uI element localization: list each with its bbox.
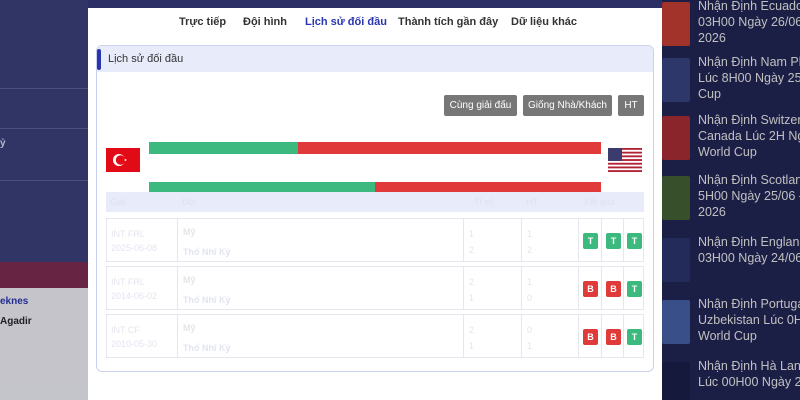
match-date: 2025-06-08 bbox=[111, 243, 158, 253]
result-badge: T bbox=[627, 281, 642, 297]
divider bbox=[463, 315, 464, 357]
divider bbox=[578, 315, 579, 357]
table-row[interactable]: INT FRL 2025-06-08 Mỹ Thổ Nhĩ Kỳ 1 2 1 2… bbox=[106, 218, 644, 262]
tab-recent-form[interactable]: Thành tích gần đây bbox=[398, 16, 498, 28]
match-score-away: 2 bbox=[469, 245, 475, 255]
match-ht-home: 1 bbox=[527, 229, 533, 239]
divider bbox=[177, 219, 178, 261]
match-ht-away: 1 bbox=[527, 341, 533, 351]
column-header-score: Tỉ số bbox=[474, 197, 494, 207]
win-rate-bar bbox=[149, 142, 601, 154]
divider bbox=[623, 267, 624, 309]
results-table-header: Giải Đội Tỉ số HT Kết quả bbox=[106, 192, 644, 212]
divider bbox=[463, 219, 464, 261]
column-header-league: Giải bbox=[110, 197, 127, 207]
tab-lineup[interactable]: Đội hình bbox=[243, 16, 287, 28]
panel-header-accent bbox=[97, 49, 101, 70]
panel-header: Lịch sử đối đầu bbox=[97, 46, 653, 72]
table-row[interactable]: INT CF 2010-05-30 Mỹ Thổ Nhĩ Kỳ 2 1 0 1 … bbox=[106, 314, 644, 358]
divider bbox=[521, 315, 522, 357]
match-team-away: Thổ Nhĩ Kỳ bbox=[183, 343, 231, 353]
divider bbox=[578, 219, 579, 261]
match-score-away: 1 bbox=[469, 293, 475, 303]
result-badge: B bbox=[583, 281, 598, 297]
match-detail-modal: Trực tiếp Đội hình Lịch sử đối đầu Thành… bbox=[88, 8, 662, 400]
divider bbox=[601, 267, 602, 309]
result-badge: T bbox=[583, 233, 598, 249]
match-score-home: 2 bbox=[469, 325, 475, 335]
column-header-team: Đội bbox=[182, 197, 196, 207]
result-badge: B bbox=[606, 329, 621, 345]
match-ht-home: 1 bbox=[527, 277, 533, 287]
dim-overlay-left[interactable] bbox=[0, 0, 88, 400]
match-ht-away: 0 bbox=[527, 293, 533, 303]
usa-flag-icon bbox=[608, 148, 642, 172]
match-score-home: 2 bbox=[469, 277, 475, 287]
panel-title: Lịch sử đối đầu bbox=[108, 53, 184, 65]
divider bbox=[601, 219, 602, 261]
column-header-ht: HT bbox=[526, 197, 538, 207]
match-ht-away: 2 bbox=[527, 245, 533, 255]
match-league: INT FRL bbox=[111, 229, 145, 239]
divider bbox=[601, 315, 602, 357]
match-team-away: Thổ Nhĩ Kỳ bbox=[183, 295, 231, 305]
tab-live[interactable]: Trực tiếp bbox=[179, 16, 226, 28]
match-ht-home: 0 bbox=[527, 325, 533, 335]
divider bbox=[578, 267, 579, 309]
match-team-away: Thổ Nhĩ Kỳ bbox=[183, 247, 231, 257]
match-date: 2014-06-02 bbox=[111, 291, 158, 301]
divider bbox=[177, 315, 178, 357]
win-rate-bar-home-fill bbox=[149, 142, 299, 154]
tab-other-data[interactable]: Dữ liệu khác bbox=[511, 16, 577, 28]
tab-head-to-head[interactable]: Lịch sử đối đầu bbox=[305, 16, 387, 28]
result-badge: T bbox=[627, 233, 642, 249]
divider bbox=[623, 219, 624, 261]
same-home-away-button[interactable]: Giống Nhà/Khách bbox=[523, 95, 612, 116]
result-badge: B bbox=[606, 281, 621, 297]
table-row[interactable]: INT FRL 2014-06-02 Mỹ Thổ Nhĩ Kỳ 2 1 1 0… bbox=[106, 266, 644, 310]
result-badge: T bbox=[606, 233, 621, 249]
match-score-away: 1 bbox=[469, 341, 475, 351]
divider bbox=[623, 315, 624, 357]
dim-overlay-right[interactable] bbox=[662, 0, 800, 400]
divider bbox=[521, 267, 522, 309]
match-team-home: Mỹ bbox=[183, 227, 196, 237]
match-date: 2010-05-30 bbox=[111, 339, 158, 349]
match-league: INT FRL bbox=[111, 277, 145, 287]
tab-bar: Trực tiếp Đội hình Lịch sử đối đầu Thành… bbox=[88, 8, 662, 38]
divider bbox=[521, 219, 522, 261]
ht-button[interactable]: HT bbox=[618, 95, 644, 116]
same-league-button[interactable]: Cùng giải đấu bbox=[444, 95, 517, 116]
result-badge: B bbox=[583, 329, 598, 345]
head-to-head-panel: Lịch sử đối đầu Cùng giải đấu Giống Nhà/… bbox=[96, 45, 654, 372]
column-header-result: Kết quả bbox=[584, 197, 616, 207]
result-badge: T bbox=[627, 329, 642, 345]
match-league: INT CF bbox=[111, 325, 140, 335]
match-team-home: Mỹ bbox=[183, 323, 196, 333]
divider bbox=[177, 267, 178, 309]
match-score-home: 1 bbox=[469, 229, 475, 239]
turkey-flag-icon bbox=[106, 148, 140, 172]
divider bbox=[463, 267, 464, 309]
match-team-home: Mỹ bbox=[183, 275, 196, 285]
